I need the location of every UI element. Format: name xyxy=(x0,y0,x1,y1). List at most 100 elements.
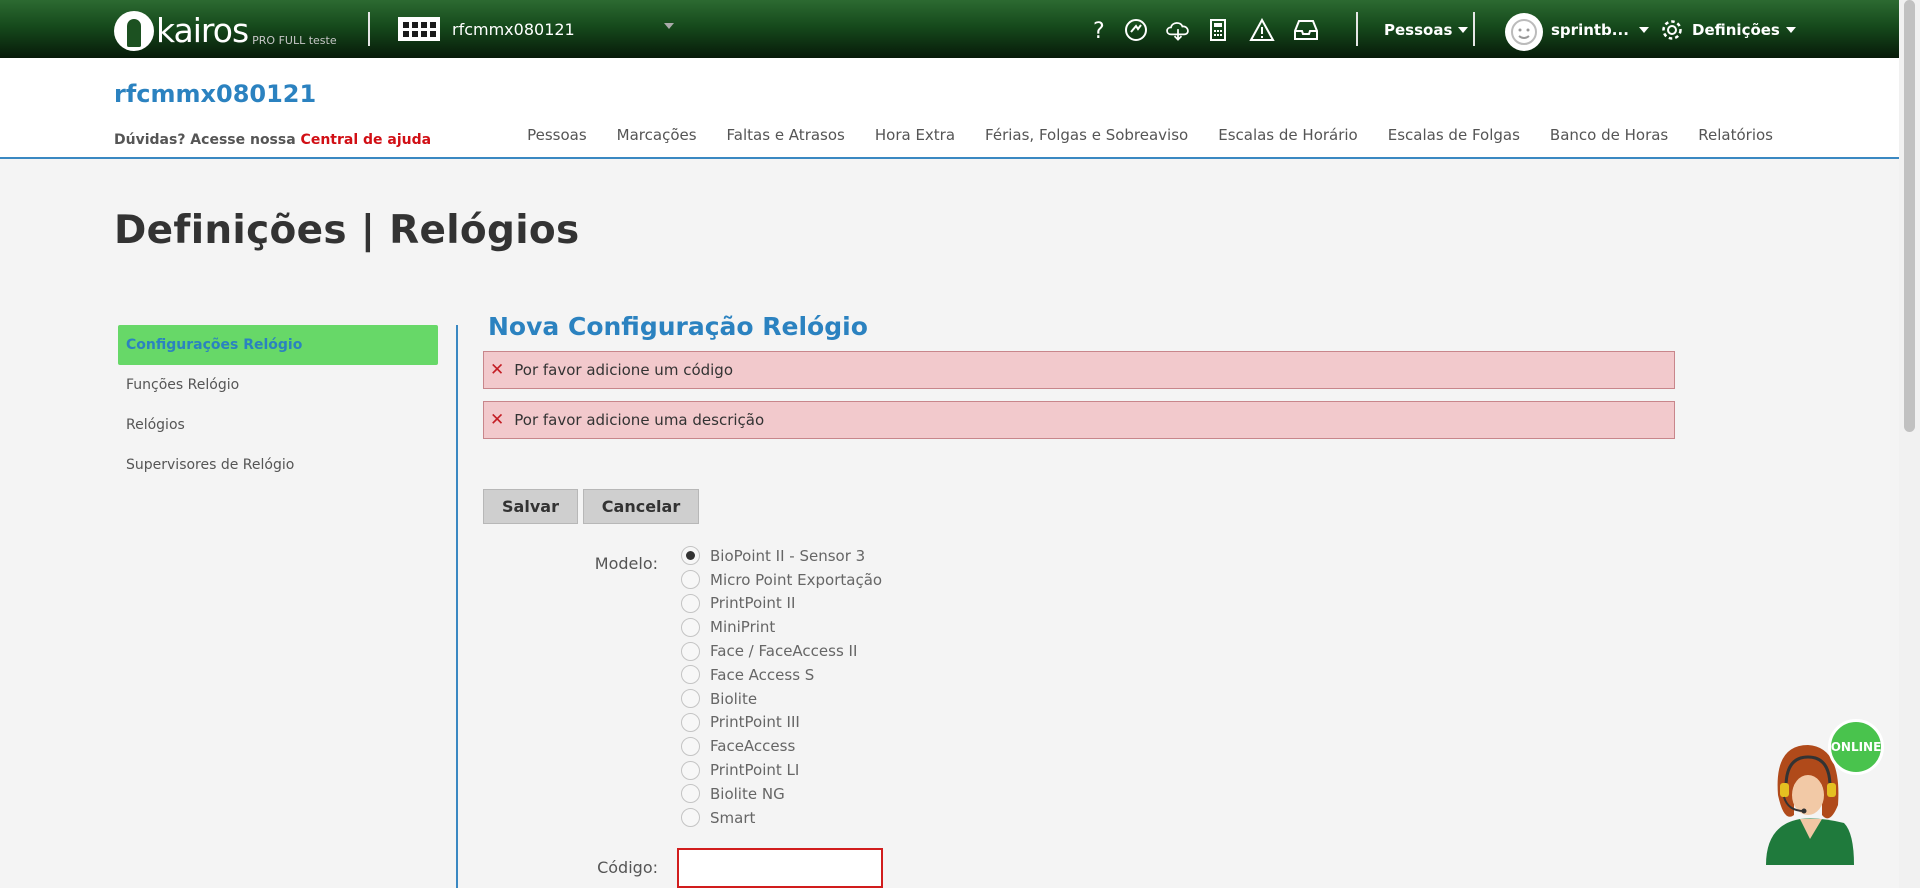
company-selector[interactable]: rfcmmx080121 xyxy=(398,17,575,41)
chevron-down-icon xyxy=(1458,27,1469,33)
people-menu-label: Pessoas xyxy=(1384,21,1453,39)
nav-item-escalas-horario[interactable]: Escalas de Horário xyxy=(1218,126,1358,144)
radio-button[interactable] xyxy=(681,570,700,590)
org-title: rfcmmx080121 xyxy=(114,80,317,108)
model-option[interactable]: PrintPoint III xyxy=(681,711,882,735)
model-option-label: Face Access S xyxy=(710,665,815,684)
error-alert-code: ✕ Por favor adicione um código xyxy=(483,351,1675,389)
people-menu[interactable]: Pessoas xyxy=(1384,21,1469,39)
radio-button[interactable] xyxy=(681,808,700,828)
content-divider xyxy=(456,325,458,888)
save-button[interactable]: Salvar xyxy=(483,489,578,524)
cancel-button[interactable]: Cancelar xyxy=(583,489,699,524)
company-name: rfcmmx080121 xyxy=(452,19,575,39)
model-option[interactable]: BioPoint II - Sensor 3 xyxy=(681,544,882,568)
nav-item-relatorios[interactable]: Relatórios xyxy=(1698,126,1773,144)
building-icon xyxy=(398,17,440,41)
settings-menu[interactable]: Definições xyxy=(1660,18,1796,42)
svg-text:?: ? xyxy=(1093,19,1105,43)
divider xyxy=(1356,12,1358,46)
nav-item-marcacoes[interactable]: Marcações xyxy=(617,126,697,144)
nav-item-hora-extra[interactable]: Hora Extra xyxy=(875,126,955,144)
model-option[interactable]: Biolite NG xyxy=(681,782,882,806)
divider xyxy=(368,12,370,46)
error-alert-description: ✕ Por favor adicione uma descrição xyxy=(483,401,1675,439)
model-option-label: Biolite xyxy=(710,689,758,708)
top-bar: kairos PRO FULL teste rfcmmx080121 ? Pes… xyxy=(0,0,1899,58)
scrollbar[interactable] xyxy=(1899,0,1920,888)
sidebar-item-configuracoes-relogio[interactable]: Configurações Relógio xyxy=(118,325,438,365)
radio-button[interactable] xyxy=(681,760,700,780)
error-message: Por favor adicione uma descrição xyxy=(514,411,765,429)
sidebar-item-supervisores[interactable]: Supervisores de Relógio xyxy=(118,445,438,485)
chevron-down-icon xyxy=(1785,27,1796,33)
model-option-label: Biolite NG xyxy=(710,784,785,803)
model-option-label: MiniPrint xyxy=(710,618,776,637)
warning-icon[interactable] xyxy=(1248,16,1276,44)
nav-item-escalas-folgas[interactable]: Escalas de Folgas xyxy=(1388,126,1520,144)
nav-item-pessoas[interactable]: Pessoas xyxy=(527,126,587,144)
model-option[interactable]: Face / FaceAccess II xyxy=(681,639,882,663)
sidebar-item-funcoes-relogio[interactable]: Funções Relógio xyxy=(118,365,438,405)
code-label: Código: xyxy=(597,858,658,877)
model-option[interactable]: Micro Point Exportação xyxy=(681,568,882,592)
online-status-badge[interactable]: ONLINE xyxy=(1828,719,1884,775)
chevron-down-icon[interactable] xyxy=(664,23,674,29)
model-option[interactable]: MiniPrint xyxy=(681,615,882,639)
divider xyxy=(1473,12,1475,46)
settings-menu-label: Definições xyxy=(1692,21,1780,39)
cloud-download-icon[interactable] xyxy=(1164,16,1192,44)
model-option[interactable]: Face Access S xyxy=(681,663,882,687)
logo-mark-icon xyxy=(114,11,154,51)
chat-widget[interactable]: ONLINE xyxy=(1760,715,1890,865)
radio-button[interactable] xyxy=(681,617,700,637)
kairos-logo[interactable]: kairos PRO FULL teste xyxy=(114,5,337,51)
nav-item-banco-horas[interactable]: Banco de Horas xyxy=(1550,126,1668,144)
radio-button[interactable] xyxy=(681,712,700,732)
model-option[interactable]: PrintPoint II xyxy=(681,592,882,616)
user-menu[interactable]: sprintb... xyxy=(1551,21,1649,39)
main-nav: Pessoas Marcações Faltas e Atrasos Hora … xyxy=(527,126,1773,144)
help-prefix: Dúvidas? Acesse nossa xyxy=(114,132,296,148)
radio-button[interactable] xyxy=(681,546,700,566)
radio-button[interactable] xyxy=(681,665,700,685)
radio-button[interactable] xyxy=(681,689,700,709)
support-icon[interactable] xyxy=(1122,16,1150,44)
help-icon[interactable]: ? xyxy=(1085,16,1113,44)
model-option[interactable]: Biolite xyxy=(681,687,882,711)
radio-button[interactable] xyxy=(681,641,700,661)
nav-item-faltas-atrasos[interactable]: Faltas e Atrasos xyxy=(727,126,845,144)
help-center-link[interactable]: Central de ajuda xyxy=(301,132,432,148)
model-radio-group: BioPoint II - Sensor 3 Micro Point Expor… xyxy=(681,544,882,830)
model-option[interactable]: FaceAccess xyxy=(681,734,882,758)
code-input[interactable] xyxy=(677,848,883,888)
page-header: rfcmmx080121 Dúvidas? Acesse nossa Centr… xyxy=(0,58,1899,159)
user-name: sprintb... xyxy=(1551,21,1629,39)
chevron-down-icon xyxy=(1638,27,1649,33)
calculator-icon[interactable] xyxy=(1204,16,1232,44)
model-option[interactable]: PrintPoint LI xyxy=(681,758,882,782)
avatar[interactable] xyxy=(1505,13,1543,51)
gear-icon xyxy=(1660,18,1684,42)
model-option[interactable]: Smart xyxy=(681,806,882,830)
radio-button[interactable] xyxy=(681,784,700,804)
inbox-icon[interactable] xyxy=(1292,16,1320,44)
radio-button[interactable] xyxy=(681,593,700,613)
help-line: Dúvidas? Acesse nossa Central de ajuda xyxy=(114,132,431,148)
settings-sidebar: Configurações Relógio Funções Relógio Re… xyxy=(118,325,438,485)
page-title: Definições | Relógios xyxy=(114,208,580,253)
form-title: Nova Configuração Relógio xyxy=(488,312,868,341)
model-option-label: FaceAccess xyxy=(710,737,796,756)
logo-subtitle: PRO FULL teste xyxy=(252,34,337,47)
nav-item-ferias-folgas[interactable]: Férias, Folgas e Sobreaviso xyxy=(985,126,1188,144)
model-option-label: Face / FaceAccess II xyxy=(710,642,858,661)
model-option-label: BioPoint II - Sensor 3 xyxy=(710,546,866,565)
model-option-label: PrintPoint II xyxy=(710,594,796,613)
error-message: Por favor adicione um código xyxy=(514,361,734,379)
error-x-icon: ✕ xyxy=(490,360,505,380)
sidebar-item-relogios[interactable]: Relógios xyxy=(118,405,438,445)
error-x-icon: ✕ xyxy=(490,410,505,430)
radio-button[interactable] xyxy=(681,736,700,756)
scrollbar-thumb[interactable] xyxy=(1904,0,1915,432)
logo-text: kairos xyxy=(156,11,249,50)
